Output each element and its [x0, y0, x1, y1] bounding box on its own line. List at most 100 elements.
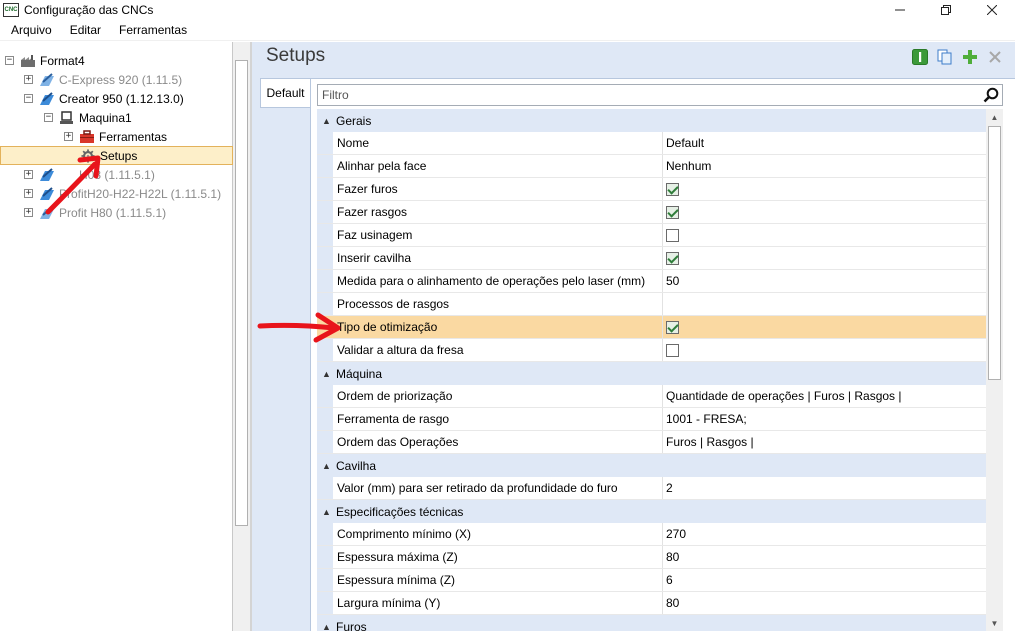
- collapse-chevron-icon[interactable]: ▲: [317, 461, 336, 471]
- checkbox-checked[interactable]: [666, 182, 679, 196]
- grid-scroll-thumb[interactable]: [988, 126, 1001, 380]
- tree-node-cexpress[interactable]: + C-Express 920 (1.11.5): [24, 70, 182, 89]
- property-row[interactable]: Inserir cavilha: [317, 247, 986, 270]
- tree-node-setups[interactable]: Setups: [0, 146, 233, 165]
- tree-label: Setups: [100, 148, 138, 163]
- row-gutter: [317, 477, 333, 499]
- property-row[interactable]: Processos de rasgos: [317, 293, 986, 316]
- property-value[interactable]: 50: [663, 270, 986, 292]
- property-name: Ferramenta de rasgo: [333, 408, 663, 430]
- tab-default[interactable]: Default: [260, 78, 310, 108]
- property-row[interactable]: Ferramenta de rasgo 1001 - FRESA;: [317, 408, 986, 431]
- property-row[interactable]: Espessura mínima (Z) 6: [317, 569, 986, 592]
- restore-button[interactable]: [923, 0, 969, 20]
- property-row[interactable]: Faz usinagem: [317, 224, 986, 247]
- property-row[interactable]: Espessura máxima (Z) 80: [317, 546, 986, 569]
- expand-icon[interactable]: +: [24, 189, 33, 198]
- menu-editar[interactable]: Editar: [61, 20, 110, 41]
- info-icon: [911, 48, 928, 65]
- property-row[interactable]: Comprimento mínimo (X) 270: [317, 523, 986, 546]
- property-value[interactable]: 80: [663, 592, 986, 614]
- property-row[interactable]: Largura mínima (Y) 80: [317, 592, 986, 615]
- property-row[interactable]: Ordem das Operações Furos | Rasgos |: [317, 431, 986, 454]
- tree-node-maquina1[interactable]: − Maquina1: [44, 108, 132, 127]
- tree-node-h08[interactable]: + H08 (1.11.5.1): [24, 165, 155, 184]
- row-gutter: [317, 431, 333, 453]
- filter-input[interactable]: [318, 85, 958, 105]
- delete-button[interactable]: [986, 48, 1003, 65]
- property-value[interactable]: 270: [663, 523, 986, 545]
- property-row[interactable]: Fazer furos: [317, 178, 986, 201]
- expand-icon[interactable]: +: [24, 170, 33, 179]
- machine-icon: [39, 167, 55, 182]
- checkbox-checked[interactable]: [666, 320, 679, 334]
- grid-scrollbar[interactable]: ▲ ▼: [986, 109, 1003, 631]
- property-row[interactable]: Nome Default: [317, 132, 986, 155]
- property-row[interactable]: Alinhar pela face Nenhum: [317, 155, 986, 178]
- tree-node-creator[interactable]: − Creator 950 (1.12.13.0): [24, 89, 184, 108]
- checkbox-checked[interactable]: [666, 251, 679, 265]
- collapse-icon[interactable]: −: [44, 113, 53, 122]
- property-value[interactable]: 2: [663, 477, 986, 499]
- collapse-chevron-icon[interactable]: ▲: [317, 369, 336, 379]
- collapse-icon[interactable]: −: [5, 56, 14, 65]
- category-3[interactable]: ▲ Especificações técnicas: [317, 500, 986, 523]
- collapse-chevron-icon[interactable]: ▲: [317, 507, 336, 517]
- property-name: Faz usinagem: [333, 224, 663, 246]
- property-value[interactable]: [663, 293, 986, 315]
- property-row[interactable]: Ordem de priorização Quantidade de operaç…: [317, 385, 986, 408]
- property-value[interactable]: Default: [663, 132, 986, 154]
- row-gutter: [317, 132, 333, 154]
- machine-icon: [39, 91, 55, 106]
- machine-icon: [39, 186, 55, 201]
- property-value[interactable]: Nenhum: [663, 155, 986, 177]
- info-button[interactable]: [911, 48, 928, 65]
- checkbox-checked[interactable]: [666, 205, 679, 219]
- property-value[interactable]: Furos | Rasgos |: [663, 431, 986, 453]
- expand-icon[interactable]: +: [24, 75, 33, 84]
- search-icon[interactable]: [983, 87, 999, 106]
- category-4[interactable]: ▲ Furos: [317, 615, 986, 631]
- close-button[interactable]: [969, 0, 1015, 20]
- property-row[interactable]: Valor (mm) para ser retirado da profundi…: [317, 477, 986, 500]
- property-row[interactable]: Tipo de otimização: [317, 316, 986, 339]
- property-value[interactable]: Quantidade de operações | Furos | Rasgos…: [663, 385, 986, 407]
- collapse-icon[interactable]: −: [24, 94, 33, 103]
- collapse-chevron-icon[interactable]: ▲: [317, 622, 336, 631]
- machine-icon: [39, 72, 55, 87]
- property-row[interactable]: Medida para o alinhamento de operações p…: [317, 270, 986, 293]
- category-2[interactable]: ▲ Cavilha: [317, 454, 986, 477]
- menu-ferramentas[interactable]: Ferramentas: [110, 20, 196, 41]
- tree-label-prefix: Profit: [59, 186, 88, 201]
- property-value[interactable]: 6: [663, 569, 986, 591]
- tree-node-h80[interactable]: + Profit H80 (1.11.5.1): [24, 203, 166, 222]
- tree-node-ferramentas[interactable]: + Ferramentas: [64, 127, 167, 146]
- row-gutter: [317, 270, 333, 292]
- tree-scrollbar[interactable]: [233, 42, 250, 631]
- properties-area: ▲GeraisNomeDefaultAlinhar pela faceNenhu…: [310, 78, 1015, 631]
- menu-arquivo[interactable]: Arquivo: [0, 20, 61, 41]
- tree-label: C-Express 920 (1.11.5): [59, 72, 183, 87]
- close-icon: [987, 5, 997, 15]
- expand-icon[interactable]: +: [24, 208, 33, 217]
- property-row[interactable]: Fazer rasgos: [317, 201, 986, 224]
- scroll-down-icon[interactable]: ▼: [986, 615, 1003, 631]
- machine-icon: [39, 205, 55, 220]
- scroll-up-icon[interactable]: ▲: [986, 109, 1003, 126]
- category-0[interactable]: ▲ Gerais: [317, 109, 986, 132]
- tree-node-h20[interactable]: + Profit H20-H22-H22L (1.11.5.1): [24, 184, 221, 203]
- category-1[interactable]: ▲ Máquina: [317, 362, 986, 385]
- add-button[interactable]: [961, 48, 978, 65]
- checkbox-unchecked[interactable]: [666, 228, 679, 242]
- property-row[interactable]: Validar a altura da fresa: [317, 339, 986, 362]
- property-value[interactable]: 80: [663, 546, 986, 568]
- collapse-chevron-icon[interactable]: ▲: [317, 116, 336, 126]
- expand-icon[interactable]: +: [64, 132, 73, 141]
- property-value[interactable]: 1001 - FRESA;: [663, 408, 986, 430]
- copy-button[interactable]: [936, 48, 953, 65]
- tree-node-root[interactable]: − Format4: [5, 51, 85, 70]
- minimize-button[interactable]: [877, 0, 923, 20]
- checkbox-unchecked[interactable]: [666, 343, 679, 357]
- minimize-icon: [895, 9, 905, 11]
- tree-scroll-thumb[interactable]: [235, 60, 248, 526]
